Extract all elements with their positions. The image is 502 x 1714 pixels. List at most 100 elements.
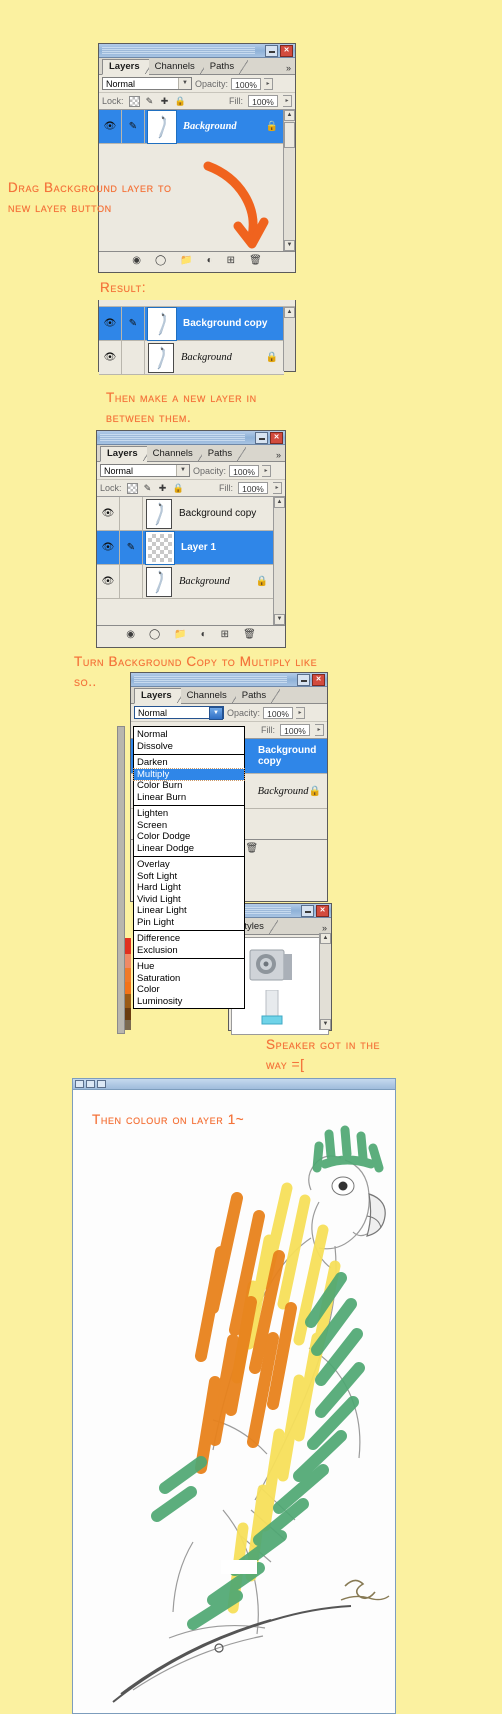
menu-item-vivid-light[interactable]: Vivid Light (134, 894, 244, 906)
blend-mode-menu[interactable]: Normal Dissolve Darken Multiply Color Bu… (133, 726, 245, 1009)
eye-icon[interactable]: 👁 (99, 110, 122, 143)
tab-channels[interactable]: Channels (146, 447, 207, 461)
menu-item-darken[interactable]: Darken (134, 757, 244, 769)
menu-item-color[interactable]: Color (134, 984, 244, 996)
layer-name[interactable]: Background (183, 121, 266, 132)
layer-thumbnail[interactable] (147, 109, 177, 144)
opacity-input[interactable]: 100% (229, 464, 260, 477)
table-row[interactable]: 👁 Background 🔒 (97, 565, 274, 599)
menu-item-normal[interactable]: Normal (134, 729, 244, 741)
palette-menu-icon[interactable]: » (286, 63, 291, 73)
scroll-down-icon[interactable]: ▼ (320, 1019, 331, 1030)
menu-item-exclusion[interactable]: Exclusion (134, 945, 244, 957)
opacity-input[interactable]: 100% (263, 706, 294, 719)
fill-input[interactable]: 100% (248, 95, 278, 107)
menu-item-luminosity[interactable]: Luminosity (134, 996, 244, 1008)
fill-stepper[interactable]: ▸ (315, 724, 324, 736)
minimize-button[interactable] (255, 431, 268, 444)
tab-paths[interactable]: Paths (201, 447, 247, 461)
layers-palette-3[interactable]: ✕ Layers Channels Paths » Normal ▼ Opaci… (96, 430, 286, 648)
layer-button-bar[interactable]: ◉ ◯ 📁 ◐ ⊞ 🗑 (97, 625, 285, 644)
palette-menu-icon[interactable]: » (322, 923, 327, 933)
scroll-down-icon[interactable]: ▼ (274, 614, 285, 625)
menu-item-dissolve[interactable]: Dissolve (134, 741, 244, 753)
chevron-down-icon[interactable]: ▼ (176, 465, 189, 476)
scroll-up-icon[interactable]: ▲ (320, 933, 331, 944)
transparency-lock-icon[interactable] (126, 482, 138, 494)
menu-item-linear-burn[interactable]: Linear Burn (134, 792, 244, 804)
blend-mode-select[interactable]: Normal ▼ (102, 77, 192, 90)
group-icon[interactable]: 📁 (180, 256, 192, 266)
menu-item-linear-dodge[interactable]: Linear Dodge (134, 843, 244, 855)
tab-layers[interactable]: Layers (102, 59, 154, 75)
all-lock-icon[interactable]: 🔒 (173, 483, 184, 493)
menu-item-hard-light[interactable]: Hard Light (134, 882, 244, 894)
styles-preview[interactable] (231, 937, 329, 1035)
menu-item-lighten[interactable]: Lighten (134, 808, 244, 820)
chevron-down-icon[interactable]: ▼ (178, 78, 191, 89)
layer-thumbnail[interactable] (145, 530, 175, 565)
mask-icon[interactable]: ◯ (149, 630, 160, 640)
layer-name[interactable]: Layer 1 (181, 542, 274, 553)
paint-lock-icon[interactable]: ✎ (143, 483, 153, 493)
close-button[interactable] (97, 1080, 106, 1088)
palette-titlebar[interactable]: ✕ (131, 673, 327, 687)
scroll-thumb[interactable] (284, 122, 295, 148)
paint-lock-icon[interactable]: ✎ (145, 96, 155, 106)
tab-channels[interactable]: Channels (180, 689, 241, 703)
maximize-button[interactable] (86, 1080, 95, 1088)
opacity-stepper[interactable]: ▸ (264, 77, 274, 90)
scroll-up-icon[interactable]: ▲ (274, 497, 285, 508)
layer-thumbnail[interactable] (148, 342, 174, 373)
document-titlebar[interactable] (73, 1079, 395, 1090)
fill-stepper[interactable]: ▸ (273, 482, 282, 494)
menu-item-saturation[interactable]: Saturation (134, 973, 244, 985)
layer-thumbnail[interactable] (146, 498, 172, 529)
group-icon[interactable]: 📁 (174, 630, 186, 640)
brush-icon[interactable]: ✎ (120, 531, 143, 564)
trash-icon[interactable]: 🗑 (243, 630, 256, 640)
move-lock-icon[interactable]: ✚ (160, 96, 170, 106)
menu-scrollbar[interactable] (117, 726, 125, 1034)
new-layer-icon[interactable]: ⊞ (221, 630, 229, 640)
link-icon[interactable]: ◉ (132, 256, 141, 266)
fill-input[interactable]: 100% (280, 724, 310, 736)
palette-titlebar[interactable]: ✕ (99, 44, 295, 58)
menu-item-multiply[interactable]: Multiply (133, 767, 245, 781)
tab-layers[interactable]: Layers (134, 688, 186, 704)
layer-list[interactable]: 👁 Background copy 👁 ✎ Layer 1 👁 Backgrou… (97, 497, 285, 625)
brush-icon[interactable]: ✎ (122, 110, 145, 143)
fill-stepper[interactable]: ▸ (283, 95, 292, 107)
tab-channels[interactable]: Channels (148, 60, 209, 74)
scroll-down-icon[interactable]: ▼ (284, 240, 295, 251)
eye-icon[interactable]: 👁 (97, 565, 120, 598)
menu-item-soft-light[interactable]: Soft Light (134, 871, 244, 883)
brush-slot[interactable] (122, 341, 145, 374)
layer-name[interactable]: Background (258, 786, 309, 797)
layer-name[interactable]: Background (181, 352, 266, 363)
table-row[interactable]: 👁 ✎ Background 🔒 (99, 109, 284, 144)
layer-list-scrollbar[interactable]: ▲ (283, 307, 295, 371)
link-icon[interactable]: ◉ (126, 630, 135, 640)
eye-icon[interactable]: 👁 (97, 531, 120, 564)
layer-name[interactable]: Background copy (179, 508, 274, 519)
brush-slot[interactable] (120, 497, 143, 530)
table-row[interactable]: 👁 ✎ Layer 1 (97, 530, 274, 565)
eye-icon[interactable]: 👁 (99, 341, 122, 374)
tab-paths[interactable]: Paths (203, 60, 249, 74)
brush-slot[interactable] (120, 565, 143, 598)
layer-thumbnail[interactable] (147, 306, 177, 341)
opacity-input[interactable]: 100% (231, 77, 262, 90)
layer-name[interactable]: Background (179, 576, 256, 587)
layer-list-scrollbar[interactable]: ▲ ▼ (283, 110, 295, 251)
opacity-stepper[interactable]: ▸ (262, 464, 272, 477)
palette-tabs[interactable]: Layers Channels Paths » (97, 445, 285, 462)
close-button[interactable]: ✕ (270, 431, 283, 444)
move-lock-icon[interactable]: ✚ (158, 483, 168, 493)
brush-icon[interactable]: ✎ (122, 307, 145, 340)
palette-titlebar[interactable]: ✕ (97, 431, 285, 445)
minimize-button[interactable] (297, 673, 310, 686)
menu-item-screen[interactable]: Screen (134, 820, 244, 832)
palette-tabs[interactable]: Layers Channels Paths » (99, 58, 295, 75)
layer-name[interactable]: Background copy (183, 318, 284, 329)
